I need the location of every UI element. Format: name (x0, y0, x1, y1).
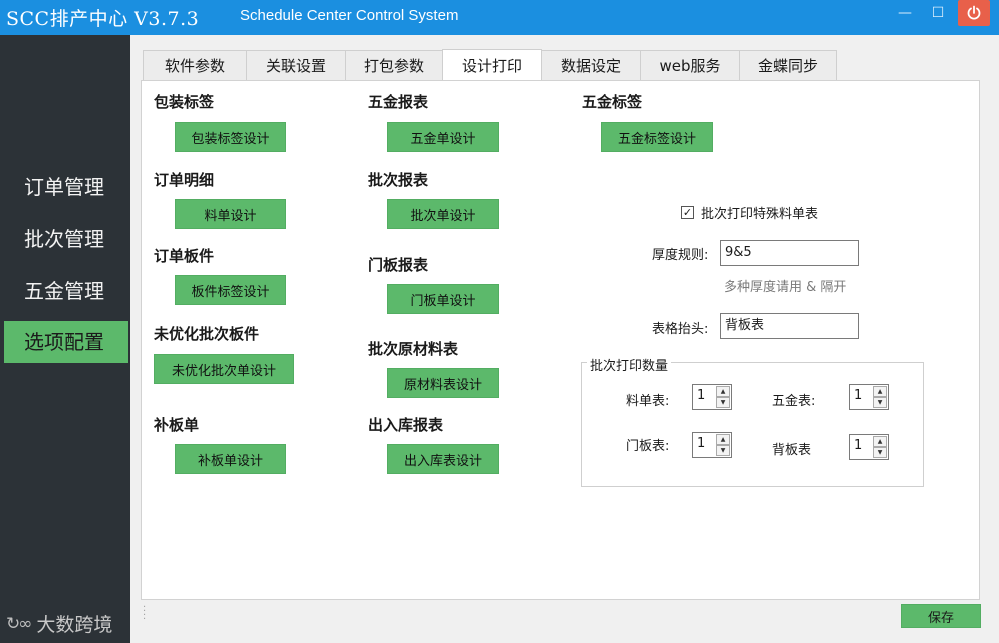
table-header-input[interactable]: 背板表 (720, 313, 859, 339)
stepper-up-icon[interactable]: ▲ (873, 386, 887, 397)
status-bar (130, 600, 999, 643)
maximize-button[interactable]: ☐ (921, 0, 955, 26)
sidebar-item-hardware[interactable]: 五金管理 (4, 270, 128, 312)
section-title-hardware-label: 五金标签 (582, 93, 643, 111)
special-list-checkbox[interactable]: ✓ (681, 206, 694, 219)
stepper-up-icon[interactable]: ▲ (716, 434, 730, 445)
section-title-stock-report: 出入库报表 (368, 416, 444, 434)
qty-stepper-hardware[interactable]: 1 ▲ ▼ (849, 384, 889, 410)
qty-value-material: 1 (697, 388, 706, 403)
door-list-design-button[interactable]: 门板单设计 (387, 284, 499, 314)
hardware-label-design-button[interactable]: 五金标签设计 (601, 122, 713, 152)
stepper-up-icon[interactable]: ▲ (873, 436, 887, 447)
section-title-batch-report: 批次报表 (368, 171, 429, 189)
section-title-replacement: 补板单 (154, 416, 200, 434)
thickness-rule-label: 厚度规则: (652, 248, 709, 263)
stepper-down-icon[interactable]: ▼ (716, 445, 730, 456)
tab-strip: 软件参数 关联设置 打包参数 设计打印 数据设定 web服务 金蝶同步 (143, 49, 837, 80)
batch-print-qty-legend: 批次打印数量 (587, 355, 672, 374)
sidebar-item-options[interactable]: 选项配置 (4, 321, 128, 363)
panel-label-design-button[interactable]: 板件标签设计 (175, 275, 286, 305)
minimize-button[interactable]: — (888, 0, 922, 26)
pack-label-design-button[interactable]: 包装标签设计 (175, 122, 286, 152)
replacement-design-button[interactable]: 补板单设计 (175, 444, 286, 474)
stepper-down-icon[interactable]: ▼ (873, 397, 887, 408)
brand-watermark: ↻∞ 大数跨境 (6, 610, 112, 637)
table-header-label: 表格抬头: (652, 322, 709, 337)
app-subtitle: Schedule Center Control System (240, 7, 459, 24)
sidebar-item-orders[interactable]: 订单管理 (4, 166, 128, 208)
title-bar: SCC排产中心 V3.7.3 Schedule Center Control S… (0, 0, 999, 35)
tab-link-settings[interactable]: 关联设置 (246, 50, 346, 80)
resize-grip-icon[interactable]: · · · · (143, 603, 146, 625)
tab-web-service[interactable]: web服务 (640, 50, 740, 80)
sidebar-item-batches[interactable]: 批次管理 (4, 218, 128, 260)
design-print-panel (141, 80, 980, 600)
qty-label-material: 料单表: (626, 394, 670, 409)
qty-stepper-material[interactable]: 1 ▲ ▼ (692, 384, 732, 410)
batch-list-design-button[interactable]: 批次单设计 (387, 199, 499, 229)
section-title-unoptimized-batch: 未优化批次板件 (154, 325, 260, 343)
stock-design-button[interactable]: 出入库表设计 (387, 444, 499, 474)
qty-value-door: 1 (697, 436, 706, 451)
unoptimized-batch-design-button[interactable]: 未优化批次单设计 (154, 354, 294, 384)
close-button[interactable] (958, 0, 990, 26)
power-icon (967, 5, 981, 20)
tab-kingdee-sync[interactable]: 金蝶同步 (739, 50, 837, 80)
qty-value-back-panel: 1 (854, 438, 863, 453)
special-list-checkbox-label: 批次打印特殊料单表 (701, 207, 819, 222)
tab-pack-params[interactable]: 打包参数 (345, 50, 443, 80)
section-title-pack-label: 包装标签 (154, 93, 215, 111)
batch-print-qty-group (581, 362, 924, 487)
tab-software-params[interactable]: 软件参数 (143, 50, 247, 80)
qty-stepper-back-panel[interactable]: 1 ▲ ▼ (849, 434, 889, 460)
thickness-rule-input[interactable]: 9&5 (720, 240, 859, 266)
special-list-checkbox-row[interactable]: ✓ 批次打印特殊料单表 (681, 203, 818, 222)
stepper-down-icon[interactable]: ▼ (873, 447, 887, 458)
qty-stepper-door[interactable]: 1 ▲ ▼ (692, 432, 732, 458)
tab-data-settings[interactable]: 数据设定 (541, 50, 641, 80)
brand-text: 大数跨境 (36, 614, 113, 636)
thickness-hint: 多种厚度请用 & 隔开 (724, 280, 847, 295)
qty-label-back-panel: 背板表 (772, 443, 812, 458)
qty-label-hardware: 五金表: (772, 394, 816, 409)
app-title: SCC排产中心 V3.7.3 (6, 8, 200, 30)
section-title-order-detail: 订单明细 (154, 171, 215, 189)
stepper-down-icon[interactable]: ▼ (716, 397, 730, 408)
hardware-list-design-button[interactable]: 五金单设计 (387, 122, 499, 152)
section-title-raw-material: 批次原材料表 (368, 340, 459, 358)
brand-logo-icon: ↻∞ (6, 613, 32, 634)
tab-design-print[interactable]: 设计打印 (442, 49, 542, 80)
section-title-order-panels: 订单板件 (154, 247, 215, 265)
section-title-hardware-report: 五金报表 (368, 93, 429, 111)
qty-value-hardware: 1 (854, 388, 863, 403)
qty-label-door: 门板表: (626, 439, 670, 454)
stepper-up-icon[interactable]: ▲ (716, 386, 730, 397)
raw-material-design-button[interactable]: 原材料表设计 (387, 368, 499, 398)
save-button[interactable]: 保存 (901, 604, 981, 628)
material-list-design-button[interactable]: 料单设计 (175, 199, 286, 229)
section-title-door-report: 门板报表 (368, 256, 429, 274)
